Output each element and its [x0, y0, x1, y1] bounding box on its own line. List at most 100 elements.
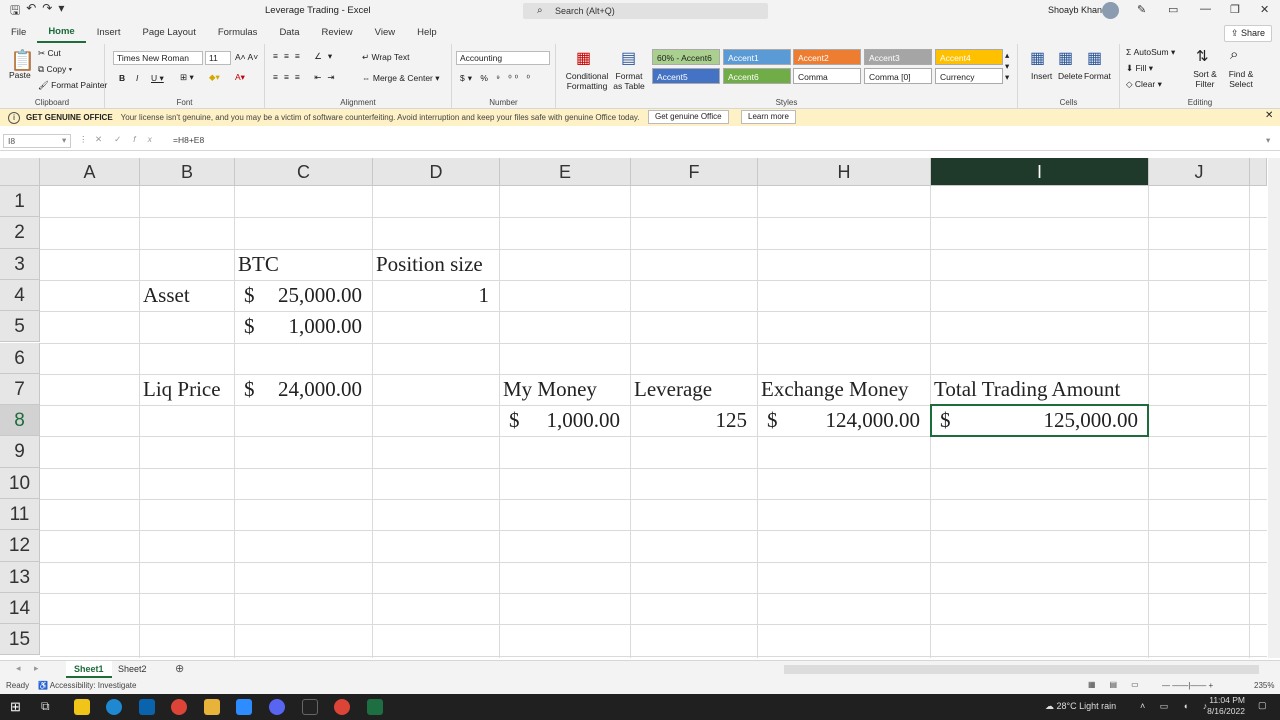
row-header-13[interactable]: 13 [0, 561, 40, 593]
row-header-15[interactable]: 15 [0, 624, 40, 656]
cell-i7[interactable]: Total Trading Amount [934, 377, 1120, 402]
sort-icon[interactable]: ⇅ [1196, 47, 1209, 65]
format-cells-icon[interactable]: ▦ [1087, 48, 1102, 68]
cell-style-1[interactable]: Accent1 [723, 49, 791, 65]
row-header-1[interactable]: 1 [0, 186, 40, 218]
italic-button[interactable]: I [136, 73, 138, 83]
formula-icons[interactable]: ✕✓fx [95, 134, 164, 145]
format-as-table-button[interactable]: Format as Table [611, 71, 647, 91]
row-header-2[interactable]: 2 [0, 217, 40, 249]
user-name[interactable]: Shoayb Khan [1048, 5, 1102, 15]
learn-more-button[interactable]: Learn more [741, 110, 796, 124]
row-header-12[interactable]: 12 [0, 530, 40, 562]
sheet-tab-sheet2[interactable]: Sheet2 [110, 661, 155, 678]
column-header-h[interactable]: H [758, 158, 931, 186]
share-button[interactable]: ⇪ Share [1223, 25, 1272, 42]
get-genuine-button[interactable]: Get genuine Office [648, 110, 729, 124]
sheet-nav-right-icon[interactable]: ▸ [34, 663, 39, 674]
cell-style-0[interactable]: 60% - Accent6 [652, 49, 720, 65]
column-header-d[interactable]: D [373, 158, 500, 186]
row-header-11[interactable]: 11 [0, 499, 40, 531]
cell-c7-currency-symbol[interactable]: $ [244, 377, 255, 402]
name-box-dropdown-icon[interactable]: ▾ [62, 135, 66, 146]
tab-view[interactable]: View [364, 22, 406, 44]
zoom-slider[interactable]: — ——|—— + [1162, 681, 1213, 690]
font-grow-icon[interactable]: A˄ A˅ [235, 52, 258, 62]
task-view-icon[interactable]: ⧉ [41, 699, 50, 714]
insert-cells-icon[interactable]: ▦ [1030, 48, 1045, 68]
clear-button[interactable]: ◇ Clear ▾ [1126, 79, 1162, 90]
cell-c4[interactable]: 25,000.00 [278, 283, 362, 308]
column-header-c[interactable]: C [235, 158, 373, 186]
delete-button[interactable]: Delete [1058, 71, 1083, 81]
delete-cells-icon[interactable]: ▦ [1058, 48, 1073, 68]
column-header-a[interactable]: A [40, 158, 140, 186]
find-icon[interactable]: ⌕ [1230, 46, 1238, 63]
number-format-icons[interactable]: $▾ % ⁹ ⁰⁰ ⁰ [460, 73, 533, 84]
excel-icon[interactable] [367, 699, 383, 715]
conditional-formatting-button[interactable]: Conditional Formatting [562, 71, 612, 91]
styles-scroll-icon[interactable]: ▴ ▾ ▾ [1005, 50, 1009, 83]
name-box[interactable]: I8 [3, 134, 71, 148]
minimize-button[interactable]: — [1200, 3, 1211, 15]
sheet-nav-left-icon[interactable]: ◂ [16, 663, 21, 674]
tab-review[interactable]: Review [311, 22, 364, 44]
folder-icon[interactable] [204, 699, 220, 715]
tab-page-layout[interactable]: Page Layout [131, 22, 206, 44]
column-header-b[interactable]: B [140, 158, 235, 186]
conditional-formatting-icon[interactable]: ▦ [576, 48, 591, 68]
row-header-4[interactable]: 4 [0, 279, 40, 312]
zoom-app-icon[interactable] [236, 699, 252, 715]
select-all-corner[interactable] [0, 158, 40, 186]
zoom-level[interactable]: 235% [1254, 681, 1274, 690]
row-header-5[interactable]: 5 [0, 311, 40, 343]
tab-file[interactable]: File [0, 22, 37, 44]
chrome-icon-2[interactable] [334, 699, 350, 715]
cell-b4[interactable]: Asset [143, 283, 190, 308]
cell-style-8[interactable]: Comma [0] [864, 68, 932, 84]
mail-icon[interactable] [139, 699, 155, 715]
format-button[interactable]: Format [1084, 71, 1111, 81]
edge-icon[interactable] [106, 699, 122, 715]
cell-h7[interactable]: Exchange Money [761, 377, 909, 402]
copy-button[interactable]: ⧉ Copy ▾ [38, 64, 72, 75]
cell-style-2[interactable]: Accent2 [793, 49, 861, 65]
cell-c7[interactable]: 24,000.00 [278, 377, 362, 402]
chrome-icon[interactable] [171, 699, 187, 715]
cell-d4[interactable]: 1 [479, 283, 490, 308]
tab-insert[interactable]: Insert [86, 22, 132, 44]
cell-e8[interactable]: 1,000.00 [547, 408, 621, 433]
row-header-3[interactable]: 3 [0, 248, 40, 280]
cell-e7[interactable]: My Money [503, 377, 597, 402]
column-header-i[interactable]: I [931, 158, 1149, 186]
sort-filter-button[interactable]: Sort & Filter [1188, 69, 1222, 89]
cell-h8[interactable]: 124,000.00 [826, 408, 921, 433]
column-header-e[interactable]: E [500, 158, 631, 186]
vertical-scrollbar[interactable] [1268, 158, 1280, 658]
cell-f8[interactable]: 125 [716, 408, 748, 433]
fill-color-icon[interactable]: ◆▾ [209, 72, 220, 83]
notification-icon[interactable]: ▢ [1258, 700, 1267, 711]
cell-c4-currency-symbol[interactable]: $ [244, 283, 255, 308]
tab-help[interactable]: Help [406, 22, 448, 44]
row-header-9[interactable]: 9 [0, 436, 40, 468]
vertical-align-icons[interactable]: ≡≡≡ ∠▾ [273, 51, 338, 62]
insert-button[interactable]: Insert [1031, 71, 1052, 81]
ribbon-display-icon[interactable]: ▭ [1168, 3, 1178, 16]
weather[interactable]: ☁ 28°C Light rain [1045, 701, 1116, 712]
cut-button[interactable]: ✂ Cut [38, 48, 61, 59]
tab-home[interactable]: Home [37, 23, 86, 43]
sheet-tab-sheet1[interactable]: Sheet1 [66, 661, 112, 678]
format-painter-button[interactable]: 🖌 Format Painter [38, 80, 107, 91]
column-header-f[interactable]: F [631, 158, 758, 186]
cell-c3[interactable]: BTC [238, 252, 279, 277]
row-header-14[interactable]: 14 [0, 592, 40, 625]
accessibility-status[interactable]: ♿ Accessibility: Investigate [38, 681, 136, 690]
cell-h8-currency-symbol[interactable]: $ [767, 408, 778, 433]
cell-c5[interactable]: 1,000.00 [289, 314, 363, 339]
row-header-10[interactable]: 10 [0, 467, 40, 499]
cell-f7[interactable]: Leverage [634, 377, 712, 402]
cell-style-4[interactable]: Accent4 [935, 49, 1003, 65]
formula-input[interactable]: =H8+E8 [173, 135, 204, 145]
font-family-select[interactable]: Times New Roman [113, 51, 203, 65]
